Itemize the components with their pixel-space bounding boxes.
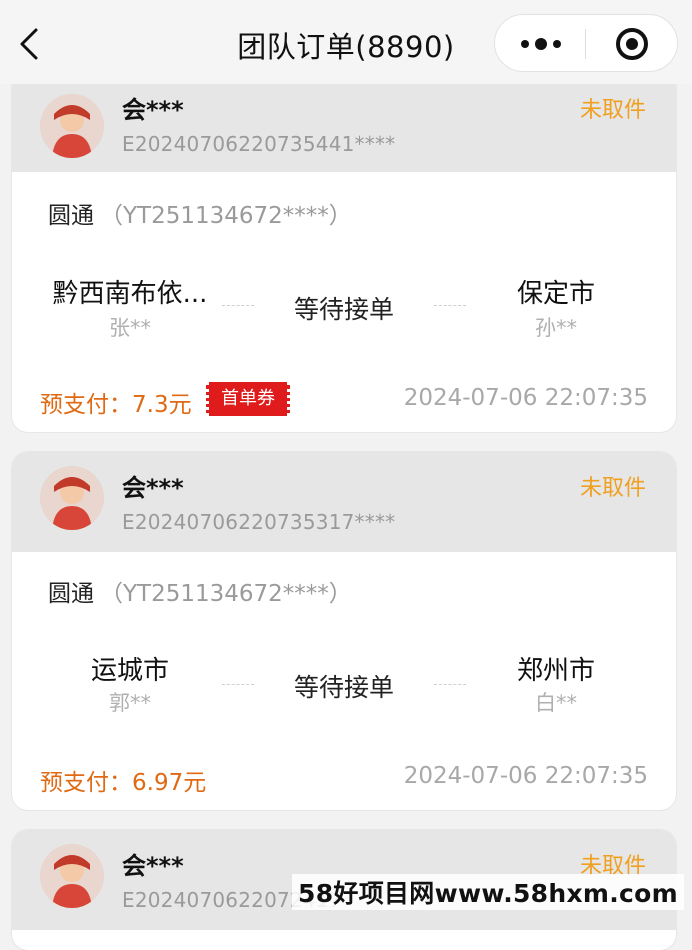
- order-time: 2024-07-06 22:07:35: [403, 385, 648, 411]
- from-city: 运城市: [90, 656, 169, 686]
- prepay-amount: 预支付：7.3元: [40, 392, 192, 418]
- to-person: 孙**: [535, 316, 577, 340]
- order-state: 等待接单: [293, 673, 394, 702]
- watermark-text: 58好项目网www.58hxm.com: [292, 874, 684, 910]
- user-avatar-icon: [40, 466, 104, 530]
- first-order-coupon-badge: 首单券: [206, 382, 290, 416]
- from-person: 张**: [109, 316, 151, 340]
- top-navigation-bar: 团队订单(8890): [0, 0, 692, 84]
- user-avatar-icon: [40, 844, 104, 908]
- order-card-header: 会*** E20240706220735317**** 未取件: [12, 452, 676, 552]
- order-card[interactable]: 会*** E20240706220735317**** 未取件 圆通 （YT25…: [12, 452, 676, 810]
- prepay-amount: 预支付：6.97元: [40, 770, 207, 796]
- target-close-icon[interactable]: [615, 27, 649, 61]
- order-card-header: 会*** E20240706220735441**** 未取件: [12, 72, 676, 172]
- user-name: 会***: [122, 852, 184, 880]
- tracking-number: （YT251134672****）: [100, 203, 352, 229]
- order-card[interactable]: 会*** E20240706220735441**** 未取件 圆通 （YT25…: [12, 72, 676, 432]
- order-state: 等待接单: [293, 295, 394, 324]
- user-name: 会***: [122, 96, 184, 124]
- to-person: 白**: [535, 691, 577, 715]
- miniprogram-capsule: [494, 14, 678, 72]
- avatar: [40, 844, 104, 908]
- user-avatar-icon: [40, 94, 104, 158]
- courier-name: 圆通: [48, 203, 94, 229]
- status-badge: 未取件: [579, 476, 646, 501]
- avatar: [40, 466, 104, 530]
- from-city: 黔西南布依...: [52, 279, 208, 309]
- avatar: [40, 94, 104, 158]
- order-list: 会*** E20240706220735441**** 未取件 圆通 （YT25…: [0, 0, 692, 950]
- more-dots-icon[interactable]: [515, 29, 567, 59]
- order-time: 2024-07-06 22:07:35: [403, 763, 648, 789]
- tracking-number: （YT251134672****）: [100, 581, 352, 607]
- order-number: E20240706220735317****: [122, 510, 396, 534]
- courier-name: 圆通: [48, 581, 94, 607]
- to-city: 郑州市: [516, 656, 595, 686]
- to-city: 保定市: [516, 279, 595, 309]
- from-person: 郭**: [109, 691, 151, 715]
- capsule-divider: [585, 29, 586, 59]
- status-badge: 未取件: [579, 98, 646, 123]
- order-number: E20240706220735441****: [122, 132, 396, 156]
- user-name: 会***: [122, 474, 184, 502]
